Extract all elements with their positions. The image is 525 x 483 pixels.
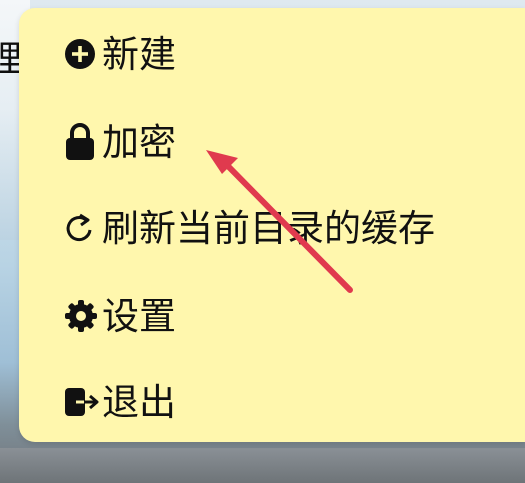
menu-item-label: 刷新当前目录的缓存 [102, 206, 435, 250]
menu-item-logout[interactable]: 退出 [64, 372, 176, 432]
lock-icon [64, 122, 102, 162]
gear-icon [64, 296, 102, 336]
refresh-icon [64, 208, 102, 248]
context-menu: 新建 加密 刷新当前目录的缓存 设置 退出 [19, 8, 525, 442]
menu-item-settings[interactable]: 设置 [64, 286, 176, 346]
menu-item-encrypt[interactable]: 加密 [64, 112, 176, 172]
background-bottom-bar [0, 448, 525, 483]
logout-icon [64, 382, 102, 422]
menu-item-refresh-cache[interactable]: 刷新当前目录的缓存 [64, 198, 435, 258]
menu-item-label: 设置 [102, 294, 176, 338]
plus-circle-icon [64, 34, 102, 74]
menu-item-label: 加密 [102, 120, 176, 164]
menu-item-label: 新建 [102, 32, 176, 76]
menu-item-label: 退出 [102, 380, 176, 424]
menu-item-new[interactable]: 新建 [64, 24, 176, 84]
